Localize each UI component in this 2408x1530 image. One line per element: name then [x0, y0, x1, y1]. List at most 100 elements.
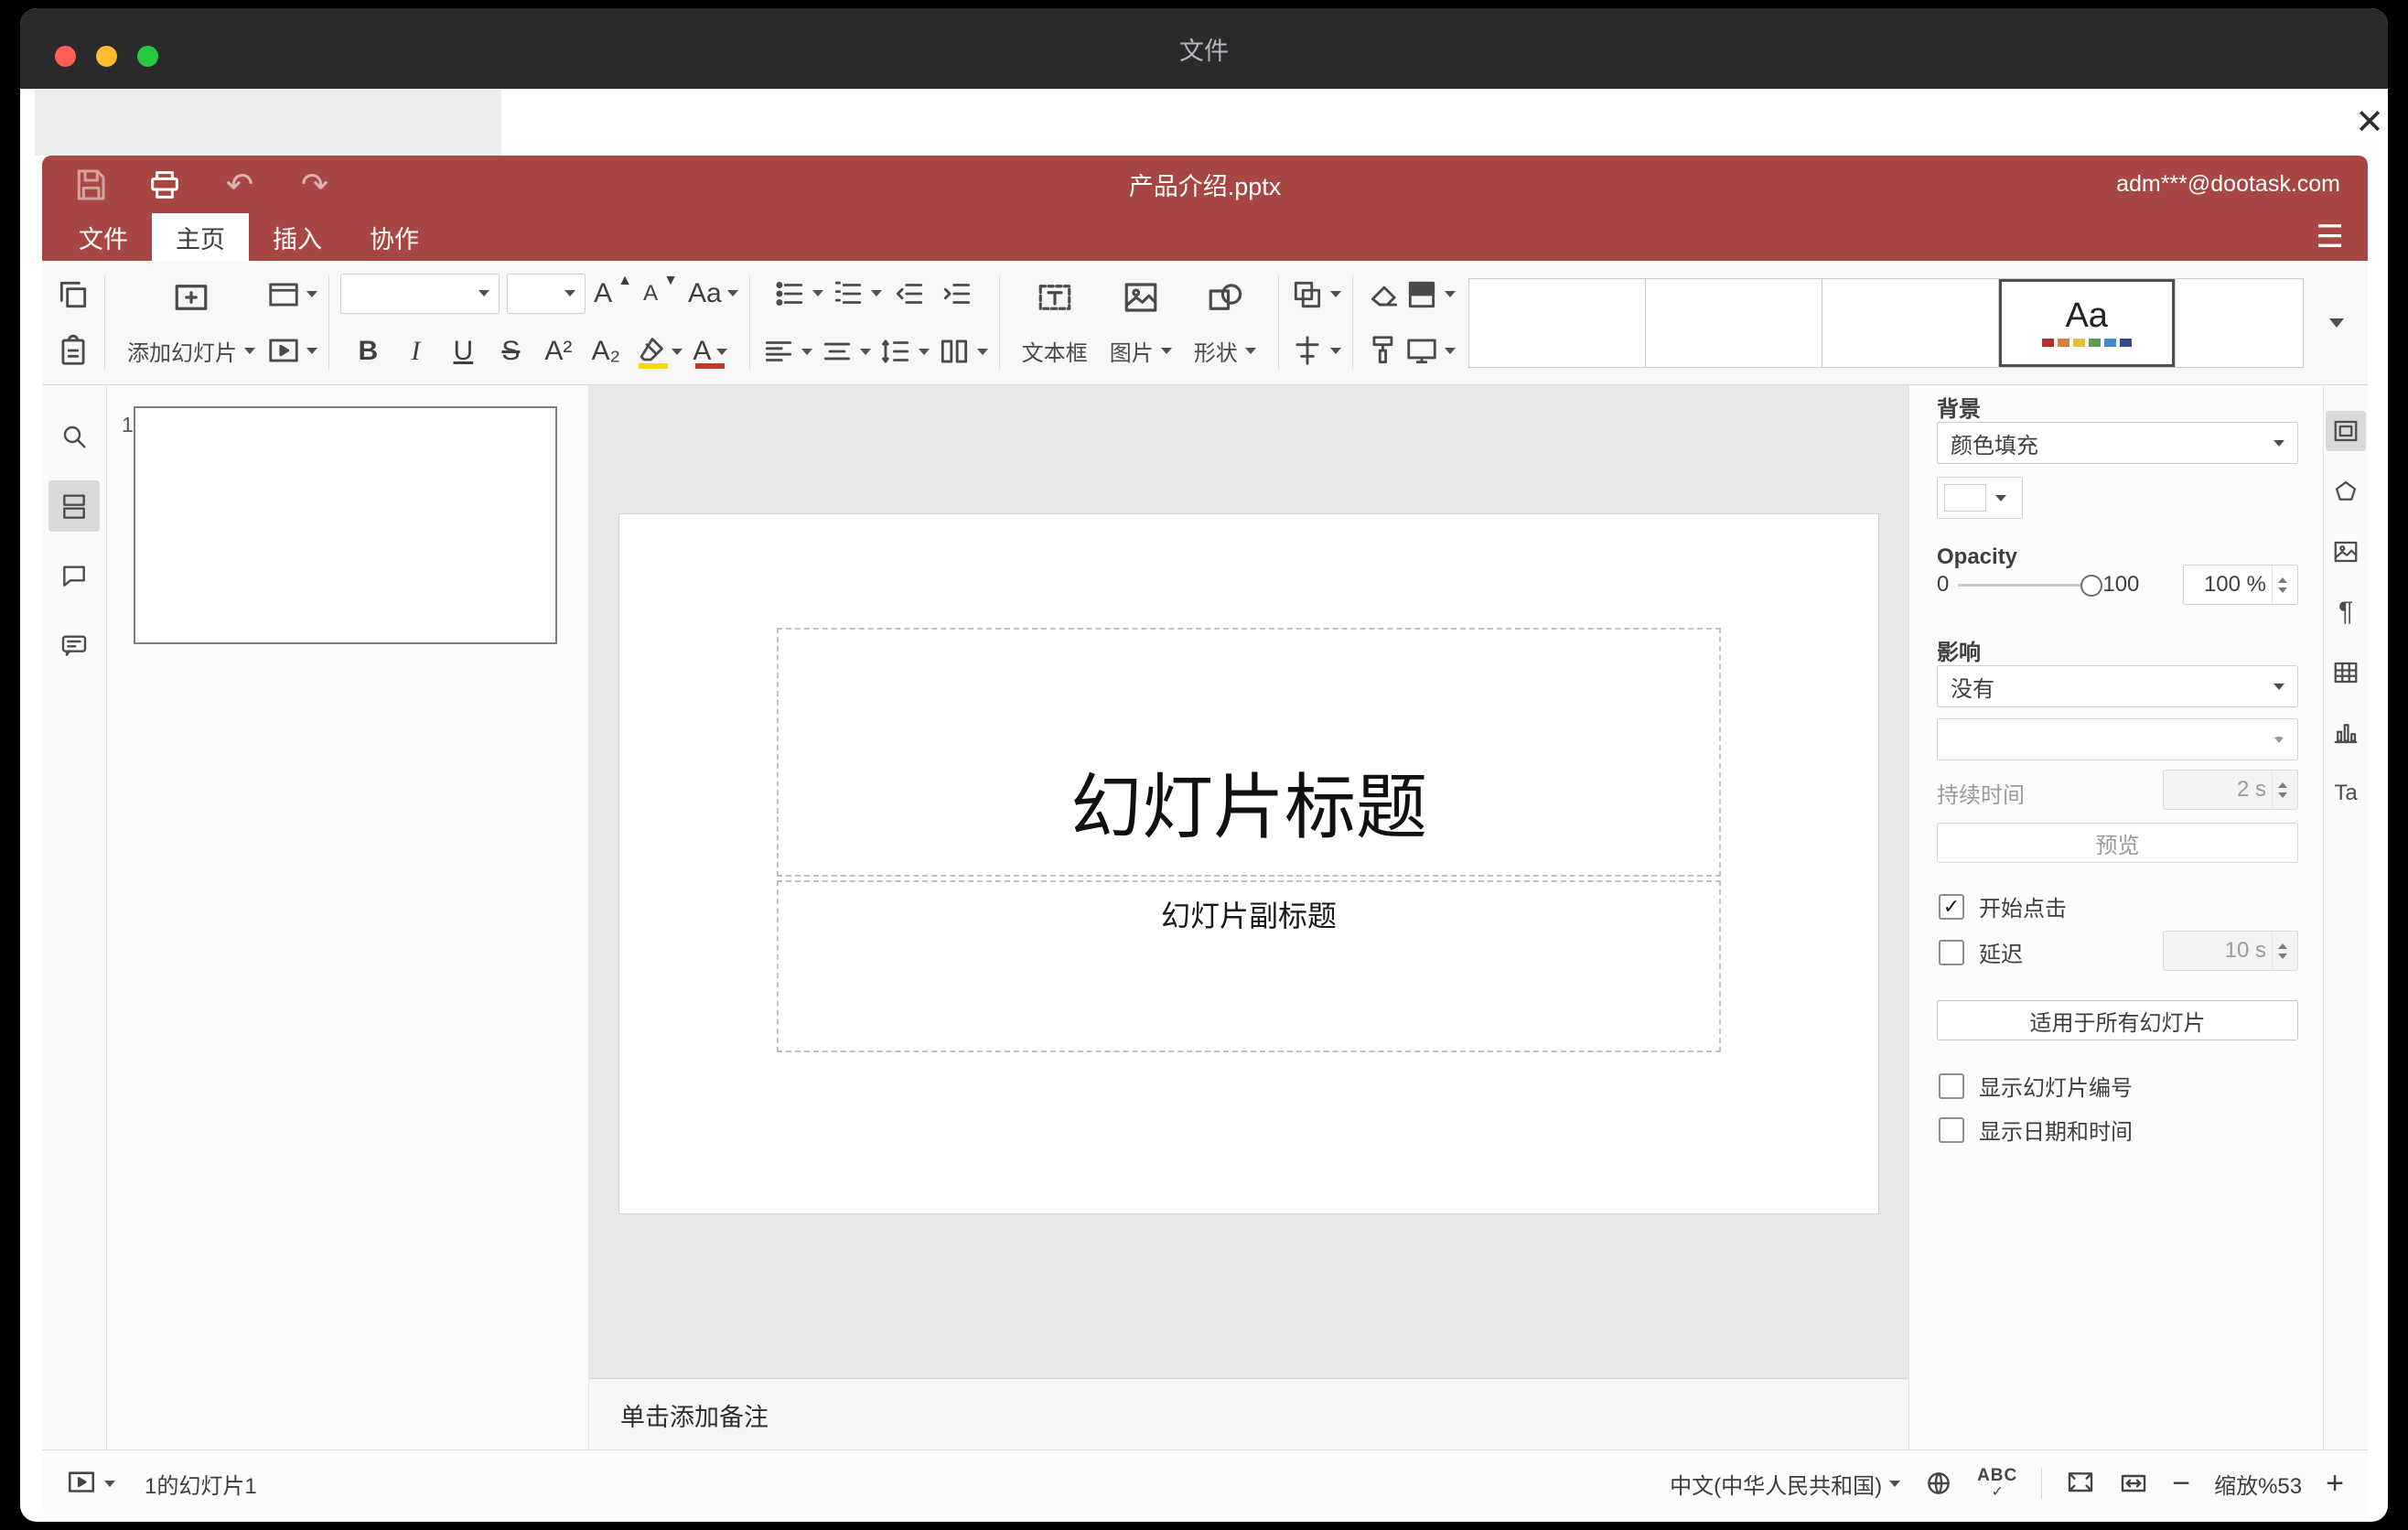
slide-settings-icon[interactable]	[2326, 411, 2366, 451]
set-language-globe-icon[interactable]	[1924, 1469, 1953, 1498]
show-slide-number-row[interactable]: 显示幻灯片编号	[1939, 1070, 2133, 1102]
opacity-slider-knob[interactable]	[2080, 574, 2103, 597]
save-icon[interactable]	[70, 165, 110, 205]
copy-icon[interactable]	[53, 272, 93, 318]
chevron-down-icon	[812, 290, 823, 297]
theme-option[interactable]	[1645, 278, 1822, 367]
zoom-out-button[interactable]: −	[2172, 1468, 2190, 1499]
font-size-combo[interactable]	[507, 273, 586, 314]
italic-button[interactable]: I	[395, 329, 435, 374]
increase-indent-button[interactable]	[937, 271, 977, 317]
strikeout-button[interactable]: S	[490, 329, 531, 374]
checkbox-unchecked[interactable]	[1939, 1072, 1964, 1099]
checkbox-unchecked[interactable]	[1939, 1116, 1964, 1143]
add-slide-label: 添加幻灯片	[127, 340, 237, 366]
opacity-slider[interactable]	[1958, 574, 2103, 597]
highlight-color-button[interactable]	[633, 329, 683, 374]
numbered-list-button[interactable]	[831, 271, 882, 317]
chevron-down-icon	[2274, 683, 2284, 690]
notes-input[interactable]: 单击添加备注	[589, 1378, 1908, 1450]
line-spacing-button[interactable]	[878, 329, 930, 374]
start-slideshow-icon[interactable]	[66, 1468, 115, 1499]
text-art-settings-icon[interactable]: Ta	[2326, 773, 2366, 813]
slide-title-placeholder[interactable]: 幻灯片标题	[777, 628, 1721, 877]
paragraph-settings-icon[interactable]: ¶	[2326, 592, 2366, 632]
spinner-arrows[interactable]	[2272, 932, 2293, 970]
subscript-button[interactable]: A₂	[586, 329, 626, 374]
duration-field[interactable]: 2 s	[2163, 770, 2298, 810]
opacity-value-field[interactable]: 100 %	[2183, 565, 2298, 605]
decrease-indent-button[interactable]	[889, 271, 930, 317]
arrange-shapes-button[interactable]	[1290, 272, 1341, 318]
slide-thumbnail[interactable]	[134, 406, 557, 644]
comments-icon[interactable]	[48, 550, 100, 601]
increase-font-size-button[interactable]: A ▲	[593, 271, 633, 317]
print-icon[interactable]	[145, 165, 185, 205]
language-select[interactable]: 中文(中华人民共和国)	[1670, 1468, 1901, 1500]
redo-icon[interactable]: ↷	[295, 165, 335, 205]
spinner-arrows[interactable]	[2272, 566, 2293, 604]
slide-subtitle-placeholder[interactable]: 幻灯片副标题	[777, 880, 1721, 1052]
bullet-list-button[interactable]	[772, 271, 823, 317]
vertical-align-button[interactable]	[820, 329, 871, 374]
theme-gallery-expand-button[interactable]	[2317, 279, 2357, 367]
search-icon[interactable]	[48, 411, 100, 462]
shape-fill-button[interactable]	[1404, 272, 1456, 318]
effect-variant-select[interactable]	[1937, 718, 2298, 760]
insert-image-button[interactable]: 图片	[1099, 261, 1183, 384]
spinner-arrows[interactable]	[2272, 770, 2293, 809]
align-shapes-button[interactable]	[1290, 328, 1341, 373]
paste-icon[interactable]	[53, 328, 93, 373]
insert-textbox-button[interactable]: 文本框	[1011, 261, 1099, 384]
theme-option[interactable]	[1468, 278, 1646, 367]
columns-button[interactable]	[937, 329, 988, 374]
tab-insert[interactable]: 插入	[249, 213, 346, 261]
theme-option[interactable]	[1822, 278, 1999, 367]
fit-to-width-icon[interactable]	[2119, 1469, 2148, 1498]
shape-settings-icon[interactable]	[2326, 471, 2366, 512]
chart-settings-icon[interactable]	[2326, 713, 2366, 753]
superscript-button[interactable]: A²	[538, 329, 578, 374]
horizontal-align-button[interactable]	[761, 329, 812, 374]
spellcheck-icon[interactable]: ABC ✓	[1977, 1467, 2017, 1500]
start-on-click-checkbox-row[interactable]: ✓ 开始点击	[1939, 890, 2067, 922]
checkbox-unchecked[interactable]	[1939, 939, 1964, 965]
fit-to-slide-icon[interactable]	[2066, 1469, 2095, 1498]
clear-style-icon[interactable]	[1364, 272, 1404, 318]
preview-button[interactable]: 预览	[1937, 823, 2298, 863]
background-color-picker[interactable]	[1937, 477, 2023, 519]
chat-icon[interactable]	[48, 620, 100, 671]
image-settings-icon[interactable]	[2326, 532, 2366, 572]
add-slide-button[interactable]: 添加幻灯片	[116, 261, 266, 384]
underline-button[interactable]: U	[443, 329, 483, 374]
slide[interactable]: 幻灯片标题 幻灯片副标题	[619, 514, 1878, 1213]
delay-field[interactable]: 10 s	[2163, 931, 2298, 971]
decrease-font-size-button[interactable]: A ▼	[640, 271, 681, 317]
insert-shape-button[interactable]: 形状	[1183, 261, 1267, 384]
background-fill-select[interactable]: 颜色填充	[1937, 422, 2298, 464]
show-date-time-row[interactable]: 显示日期和时间	[1939, 1114, 2133, 1146]
change-layout-button[interactable]	[266, 272, 317, 318]
delay-checkbox-row[interactable]: 延迟	[1939, 936, 2023, 968]
undo-icon[interactable]: ↶	[220, 165, 260, 205]
table-settings-icon[interactable]	[2326, 652, 2366, 693]
change-case-button[interactable]: Aa	[688, 271, 738, 317]
tab-home[interactable]: 主页	[152, 213, 249, 261]
font-color-button[interactable]: A	[690, 329, 730, 374]
copy-style-icon[interactable]	[1364, 328, 1404, 373]
menu-icon[interactable]: ☰	[2317, 213, 2344, 261]
bold-button[interactable]: B	[348, 329, 388, 374]
zoom-in-button[interactable]: +	[2326, 1468, 2344, 1499]
slide-size-button[interactable]	[1404, 328, 1456, 373]
left-toolbar	[42, 385, 107, 1450]
font-name-combo[interactable]	[340, 273, 500, 314]
start-slideshow-button[interactable]	[266, 328, 317, 373]
close-icon[interactable]: ✕	[2348, 100, 2388, 144]
tab-collaboration[interactable]: 协作	[346, 213, 443, 261]
theme-option-selected[interactable]: Aa	[1998, 278, 2176, 367]
checkbox-checked[interactable]: ✓	[1939, 893, 1964, 920]
effect-select[interactable]: 没有	[1937, 665, 2298, 707]
tab-file[interactable]: 文件	[55, 213, 152, 261]
slides-panel-icon[interactable]	[48, 480, 100, 532]
apply-to-all-slides-button[interactable]: 适用于所有幻灯片	[1937, 1000, 2298, 1040]
